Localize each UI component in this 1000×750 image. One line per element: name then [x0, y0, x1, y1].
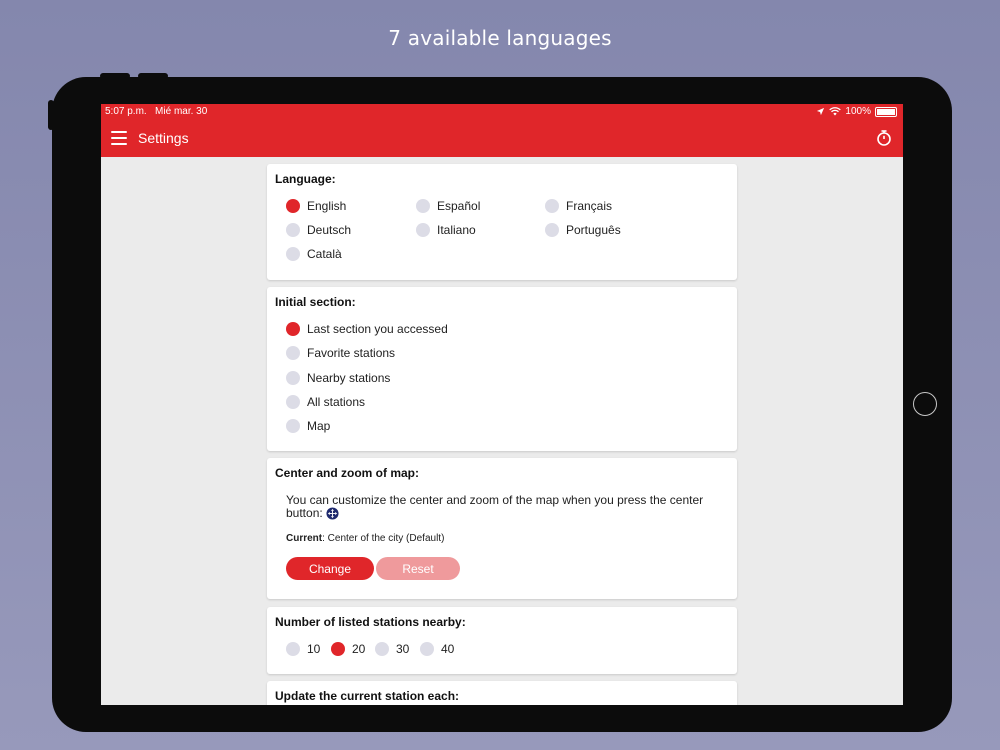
option-label: Français	[566, 199, 613, 213]
option-label: 10	[307, 642, 321, 656]
radio-unselected[interactable]	[286, 642, 300, 656]
status-right: 100%	[816, 106, 897, 117]
language-option-italiano[interactable]: Italiano	[416, 223, 476, 237]
map-center-description: You can customize the center and zoom of…	[286, 494, 726, 520]
reset-button[interactable]: Reset	[376, 557, 460, 580]
status-date: Mié mar. 30	[155, 106, 208, 117]
battery-percent: 100%	[845, 106, 871, 117]
initial-section-title: Initial section:	[275, 295, 356, 309]
radio-unselected[interactable]	[286, 395, 300, 409]
initial-section-card: Initial section: Last section you access…	[267, 287, 737, 451]
current-setting: Current: Center of the city (Default)	[286, 533, 444, 544]
language-card: Language: English Español Français Deuts…	[267, 164, 737, 280]
status-time-date: 5:07 p.m. Mié mar. 30	[105, 106, 207, 117]
current-label: Current	[286, 533, 323, 544]
radio-selected[interactable]	[331, 642, 345, 656]
language-title: Language:	[275, 172, 336, 186]
home-button[interactable]	[913, 392, 937, 416]
radio-unselected[interactable]	[375, 642, 389, 656]
language-option-english[interactable]: English	[286, 199, 346, 213]
update-station-title: Update the current station each:	[275, 689, 460, 703]
nearby-count-title: Number of listed stations nearby:	[275, 615, 466, 629]
radio-unselected[interactable]	[286, 419, 300, 433]
language-option-francais[interactable]: Français	[545, 199, 612, 213]
language-option-portugues[interactable]: Português	[545, 223, 621, 237]
battery-icon	[875, 106, 897, 117]
radio-unselected[interactable]	[545, 223, 559, 237]
status-bar: 5:07 p.m. Mié mar. 30 100%	[101, 104, 903, 120]
center-map-icon	[326, 507, 339, 520]
map-center-title: Center and zoom of map:	[275, 466, 420, 480]
nearby-count-card: Number of listed stations nearby: 10 20 …	[267, 607, 737, 674]
map-center-card: Center and zoom of map: You can customiz…	[267, 458, 737, 599]
initial-option-nearby[interactable]: Nearby stations	[286, 371, 390, 385]
description-text: You can customize the center and zoom of…	[286, 493, 704, 520]
option-label: Last section you accessed	[307, 322, 448, 336]
option-label: Deutsch	[307, 223, 352, 237]
location-arrow-icon	[817, 107, 825, 116]
nav-bar: Settings	[101, 120, 903, 157]
language-option-catala[interactable]: Català	[286, 247, 342, 261]
update-station-card: Update the current station each:	[267, 681, 737, 705]
option-label: Español	[437, 199, 481, 213]
radio-unselected[interactable]	[416, 199, 430, 213]
menu-icon[interactable]	[111, 131, 127, 145]
initial-option-favorite[interactable]: Favorite stations	[286, 346, 395, 360]
radio-unselected[interactable]	[286, 223, 300, 237]
language-option-deutsch[interactable]: Deutsch	[286, 223, 351, 237]
option-label: Italiano	[437, 223, 476, 237]
option-label: Favorite stations	[307, 346, 396, 360]
change-button[interactable]: Change	[286, 557, 374, 580]
option-label: English	[307, 199, 347, 213]
nearby-option-30[interactable]: 30	[375, 642, 409, 656]
nearby-option-10[interactable]: 10	[286, 642, 320, 656]
radio-selected[interactable]	[286, 199, 300, 213]
nearby-option-20[interactable]: 20	[331, 642, 365, 656]
option-label: 20	[352, 642, 366, 656]
radio-unselected[interactable]	[416, 223, 430, 237]
status-time: 5:07 p.m.	[105, 106, 147, 117]
radio-unselected[interactable]	[286, 371, 300, 385]
option-label: 30	[396, 642, 410, 656]
option-label: All stations	[307, 395, 366, 409]
initial-option-last-section[interactable]: Last section you accessed	[286, 322, 448, 336]
option-label: Português	[566, 223, 621, 237]
current-value: : Center of the city (Default)	[322, 533, 445, 544]
initial-option-map[interactable]: Map	[286, 419, 330, 433]
initial-option-all[interactable]: All stations	[286, 395, 365, 409]
radio-unselected[interactable]	[545, 199, 559, 213]
option-label: 40	[441, 642, 455, 656]
radio-unselected[interactable]	[286, 247, 300, 261]
option-label: Nearby stations	[307, 371, 391, 385]
nearby-option-40[interactable]: 40	[420, 642, 454, 656]
radio-unselected[interactable]	[420, 642, 434, 656]
radio-selected[interactable]	[286, 322, 300, 336]
option-label: Català	[307, 247, 342, 261]
option-label: Map	[307, 419, 331, 433]
radio-unselected[interactable]	[286, 346, 300, 360]
promo-caption: 7 available languages	[388, 26, 612, 50]
timer-icon[interactable]	[875, 129, 893, 147]
page-title: Settings	[138, 130, 189, 146]
language-option-espanol[interactable]: Español	[416, 199, 480, 213]
app-screen: 5:07 p.m. Mié mar. 30 100% Settings Lang…	[101, 104, 903, 705]
wifi-icon	[829, 107, 842, 116]
